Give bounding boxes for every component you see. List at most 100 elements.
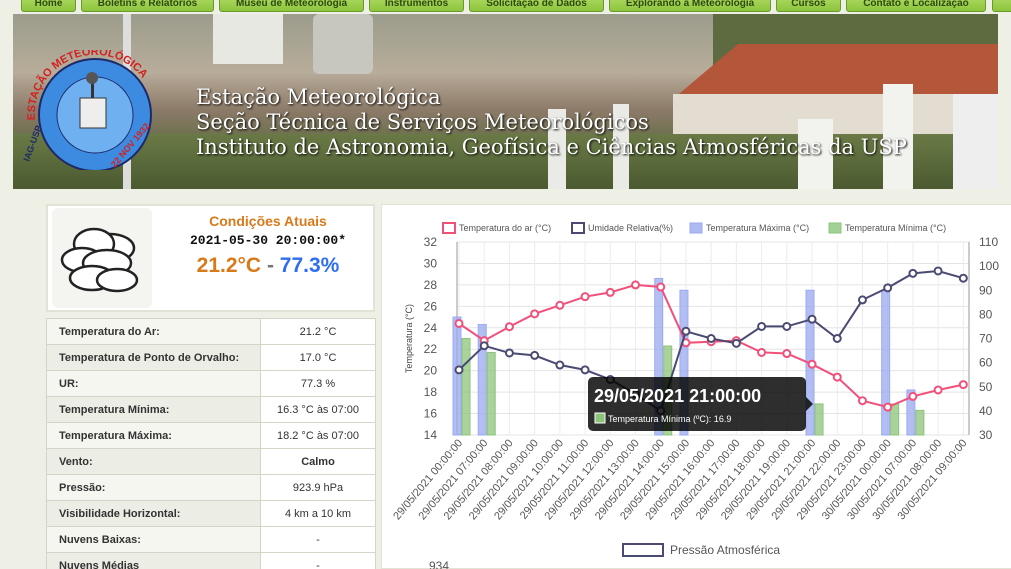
table-row: Temperatura Mínima: 16.3 °C às 07:00 <box>46 396 376 423</box>
y-tick-right: 70 <box>979 332 993 346</box>
y-tick-left: 28 <box>424 278 438 292</box>
point-humidity <box>757 321 767 331</box>
nav-item[interactable]: Contato e Localização <box>846 0 986 12</box>
y-tick-left: 26 <box>424 299 438 313</box>
row-label: Vento: <box>46 448 261 475</box>
bar-tmin <box>461 338 471 436</box>
header-banner: ESTAÇÃO METEOROLÓGICA IAG-USP 22 NOV 193… <box>13 14 998 189</box>
row-value: 17.0 °C <box>260 344 376 371</box>
point-humidity <box>782 321 792 331</box>
chart-svg: Temperatura do ar (°C) Umidade Relativa(%… <box>391 222 999 569</box>
point-humidity <box>681 326 691 336</box>
y-tick-right: 50 <box>979 380 993 394</box>
legend-label: Pressão Atmosférica <box>670 543 780 557</box>
row-label: Visibilidade Horizontal: <box>46 500 261 527</box>
nav-item[interactable]: Explorando a Meteorologia <box>609 0 771 12</box>
table-row: Visibilidade Horizontal: 4 km a 10 km <box>46 500 376 527</box>
banner-instrument <box>213 14 283 64</box>
point-humidity <box>479 341 489 351</box>
row-value: 18.2 °C às 07:00 <box>260 422 376 449</box>
site-title-line3: Instituto de Astronomia, Geofísica e Ciê… <box>196 135 907 159</box>
point-temperature <box>530 309 540 319</box>
row-label: Nuvens Médias <box>46 552 261 569</box>
value-separator: - <box>266 254 274 277</box>
station-logo: ESTAÇÃO METEOROLÓGICA IAG-USP 22 NOV 193… <box>21 50 152 170</box>
row-label: Temperatura Máxima: <box>46 422 261 449</box>
nav-item[interactable]: Solicitação de Dados <box>469 0 604 12</box>
top-nav: Home Boletins e Relatórios Museu de Meteor… <box>0 0 1011 13</box>
legend-swatch <box>442 222 456 234</box>
nav-item[interactable]: Cursos <box>776 0 841 12</box>
y-tick-left: 20 <box>424 364 438 378</box>
point-humidity <box>454 365 464 375</box>
conditions-timestamp: 2021-05-30 20:00:00* <box>189 233 347 248</box>
point-temperature <box>782 349 792 359</box>
current-humidity: 77.3% <box>279 254 340 277</box>
bar-tmax <box>452 316 462 436</box>
y-tick-right: 60 <box>979 356 993 370</box>
point-humidity <box>580 365 590 375</box>
table-row: Vento: Calmo <box>46 448 376 475</box>
bar-tmin <box>915 409 925 436</box>
point-humidity <box>883 283 893 293</box>
row-label: Temperatura do Ar: <box>46 318 261 345</box>
y-tick-left: 16 <box>424 407 438 421</box>
y-tick-left: 14 <box>424 428 438 442</box>
row-value: 77.3 % <box>260 370 376 397</box>
point-temperature <box>857 396 867 406</box>
point-humidity <box>832 334 842 343</box>
point-humidity <box>555 360 565 370</box>
point-temperature <box>555 300 565 310</box>
nav-item[interactable]: Home <box>21 0 76 12</box>
row-value: 4 km a 10 km <box>260 500 376 527</box>
y-tick-left: 18 <box>424 385 438 399</box>
legend-swatch <box>828 222 842 234</box>
row-label: Temperatura Mínima: <box>46 396 261 423</box>
legend-swatch <box>571 222 585 234</box>
y-tick-left: 934 <box>429 559 449 569</box>
table-row: Temperatura de Ponto de Orvalho: 17.0 °C <box>46 344 376 371</box>
weather-chart: Temperatura do ar (°C) Umidade Relativa(%… <box>381 204 1011 569</box>
y-tick-right: 30 <box>979 428 993 442</box>
point-temperature <box>631 280 641 290</box>
point-humidity <box>706 334 716 343</box>
site-title: Estação Meteorológica Seção Técnica de S… <box>196 85 907 160</box>
current-conditions-panel: Condições Atuais 2021-05-30 20:00:00* 21… <box>46 204 375 312</box>
point-humidity <box>933 266 943 276</box>
point-temperature <box>807 359 817 369</box>
y-tick-right: 90 <box>979 283 993 297</box>
point-temperature <box>832 372 842 382</box>
point-humidity <box>807 314 817 324</box>
conditions-title: Condições Atuais <box>209 213 327 229</box>
table-row: Pressão: 923.9 hPa <box>46 474 376 501</box>
point-temperature <box>605 287 615 297</box>
row-value: 923.9 hPa <box>260 474 376 501</box>
bar-tmin <box>486 351 496 436</box>
point-temperature <box>580 292 590 302</box>
nav-item[interactable]: Museu de Meteorologia <box>219 0 364 12</box>
legend-label: Umidade Relativa(%) <box>588 223 673 233</box>
row-value: - <box>260 526 376 553</box>
point-temperature <box>958 380 968 390</box>
row-label: Pressão: <box>46 474 261 501</box>
bar-tmin <box>814 403 824 436</box>
row-value: Calmo <box>260 448 376 475</box>
nav-item-overflow[interactable] <box>992 0 1011 12</box>
point-temperature <box>933 385 943 395</box>
tooltip-label: Temperatura Mínima (ºC): 16.9 <box>608 414 731 424</box>
table-row: Nuvens Médias - <box>46 552 376 569</box>
point-humidity <box>731 338 741 348</box>
row-label: Nuvens Baixas: <box>46 526 261 553</box>
site-title-line1: Estação Meteorológica <box>196 85 441 109</box>
y-axis-label: Temperatura (°C) <box>404 304 414 373</box>
nav-item[interactable]: Boletins e Relatórios <box>81 0 214 12</box>
y-tick-left: 22 <box>424 342 438 356</box>
tooltip-title: 29/05/2021 21:00:00 <box>594 386 761 406</box>
nav-item[interactable]: Instrumentos <box>369 0 464 12</box>
point-temperature <box>656 282 666 292</box>
y-tick-right: 110 <box>979 235 998 249</box>
current-temperature: 21.2°C <box>196 254 262 277</box>
row-label: UR: <box>46 370 261 397</box>
table-row: Nuvens Baixas: - <box>46 526 376 553</box>
table-row: Temperatura Máxima: 18.2 °C às 07:00 <box>46 422 376 449</box>
